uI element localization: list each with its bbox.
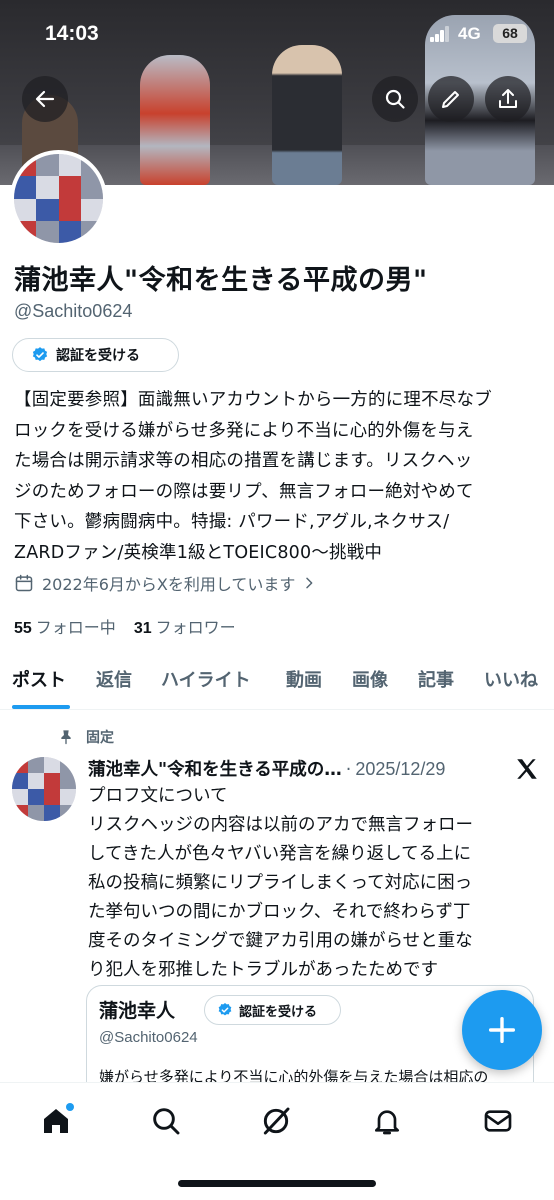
arrow-left-icon — [35, 90, 55, 108]
joined-date-link[interactable]: 2022年6月からXを利用しています — [14, 571, 317, 595]
signal-icon — [430, 26, 450, 42]
profile-tabs: ポスト 返信 ハイライト 動画 画像 記事 いいね — [0, 652, 554, 710]
followers-count: 31 — [133, 620, 152, 637]
bio-line: ZARDファン/英検準1級とTOEIC800〜挑戦中 — [14, 542, 383, 563]
pinned-label: 固定 — [58, 727, 114, 747]
quoted-handle: @Sachito0624 — [99, 1029, 198, 1046]
tab-replies[interactable]: 返信 — [96, 666, 132, 692]
following-count: 55 — [14, 620, 32, 637]
tab-likes[interactable]: いいね — [484, 666, 538, 692]
quoted-verify-label: 認証を受ける — [239, 1004, 318, 1020]
tab-highlights[interactable]: ハイライト — [161, 666, 251, 692]
bio-line: 下さい。鬱病闘病中。特撮: パワード,アグル,ネクサス/ — [14, 512, 450, 532]
grok-icon — [263, 1107, 290, 1135]
nav-search[interactable] — [146, 1101, 186, 1141]
home-indicator — [178, 1180, 376, 1187]
post-author-name[interactable]: 蒲池幸人"令和を生きる平成の… — [88, 756, 342, 781]
back-button[interactable] — [22, 76, 68, 122]
bio-line: 【固定要参照】面識無いアカウントから一方的に理不尽なブ — [14, 390, 492, 410]
quoted-verify-button[interactable]: 認証を受ける — [204, 995, 341, 1025]
plus-icon — [488, 1016, 516, 1044]
share-icon — [499, 89, 517, 108]
notification-dot — [66, 1103, 74, 1111]
battery-icon: 68 — [493, 24, 527, 43]
tab-images[interactable]: 画像 — [352, 666, 388, 692]
bell-icon — [375, 1110, 399, 1135]
post-separator: · — [345, 760, 352, 780]
banner-hero-figure — [140, 55, 210, 185]
network-type: 4G — [458, 24, 481, 43]
following-label: フォロー中 — [35, 618, 116, 637]
verify-button[interactable]: 認証を受ける — [12, 338, 179, 372]
post-author-avatar[interactable] — [12, 757, 76, 821]
tab-videos[interactable]: 動画 — [286, 666, 322, 692]
profile-bio: 【固定要参照】面識無いアカウントから一方的に理不尽なブ ロックを受ける嫌がらせ多… — [14, 385, 544, 568]
active-tab-indicator — [12, 705, 70, 709]
x-logo-icon[interactable] — [514, 756, 540, 782]
post-text: プロフ文について リスクヘッジの内容は以前のアカで無言フォロー してきた人が色々… — [88, 786, 473, 980]
search-icon — [385, 89, 405, 109]
user-handle: @Sachito0624 — [14, 301, 133, 321]
bio-line: ロックを受ける嫌がらせ多発により不当に心的外傷を与え — [14, 420, 474, 441]
bio-line: た場合は開示請求等の相応の措置を講じます。リスクヘッ — [14, 451, 473, 471]
compose-button[interactable] — [462, 990, 542, 1070]
pinned-text: 固定 — [86, 730, 114, 746]
verified-badge-icon — [218, 1003, 232, 1016]
display-name: 蒲池幸人"令和を生きる平成の男" — [14, 265, 428, 296]
share-button[interactable] — [485, 76, 531, 122]
mail-icon — [484, 1110, 512, 1132]
bio-line: ジのためフォローの際は要リプ、無言フォロー絶対やめて — [14, 481, 474, 502]
joined-date: 2022年6月からXを利用しています — [42, 575, 296, 594]
tab-articles[interactable]: 記事 — [418, 666, 454, 692]
nav-grok[interactable] — [256, 1101, 296, 1141]
search-button[interactable] — [372, 76, 418, 122]
status-time: 14:03 — [45, 22, 99, 45]
followers-label: フォロワー — [155, 618, 236, 637]
verify-button-label: 認証を受ける — [56, 348, 140, 364]
nav-home[interactable] — [36, 1101, 76, 1141]
search-icon — [153, 1108, 180, 1135]
status-bar: 14:03 4G 68 — [0, 0, 554, 70]
calendar-icon — [15, 574, 33, 592]
following-link[interactable]: 55 フォロー中 — [14, 614, 116, 638]
post-date[interactable]: 2025/12/29 — [355, 759, 445, 780]
pencil-icon — [442, 91, 459, 108]
nav-messages[interactable] — [478, 1101, 518, 1141]
followers-link[interactable]: 31 フォロワー — [134, 614, 236, 638]
tab-posts[interactable]: ポスト — [12, 666, 66, 692]
follow-stats: 55 フォロー中 31 フォロワー — [14, 614, 236, 638]
quoted-author-name: 蒲池幸人 — [99, 1000, 176, 1022]
chevron-right-icon — [306, 577, 313, 589]
post-header: 蒲池幸人"令和を生きる平成の… · 2025/12/29 — [88, 756, 508, 781]
verified-badge-icon — [32, 347, 48, 362]
edit-button[interactable] — [428, 76, 474, 122]
nav-notifications[interactable] — [367, 1101, 407, 1141]
pin-icon — [61, 730, 71, 745]
profile-avatar[interactable] — [10, 150, 107, 247]
